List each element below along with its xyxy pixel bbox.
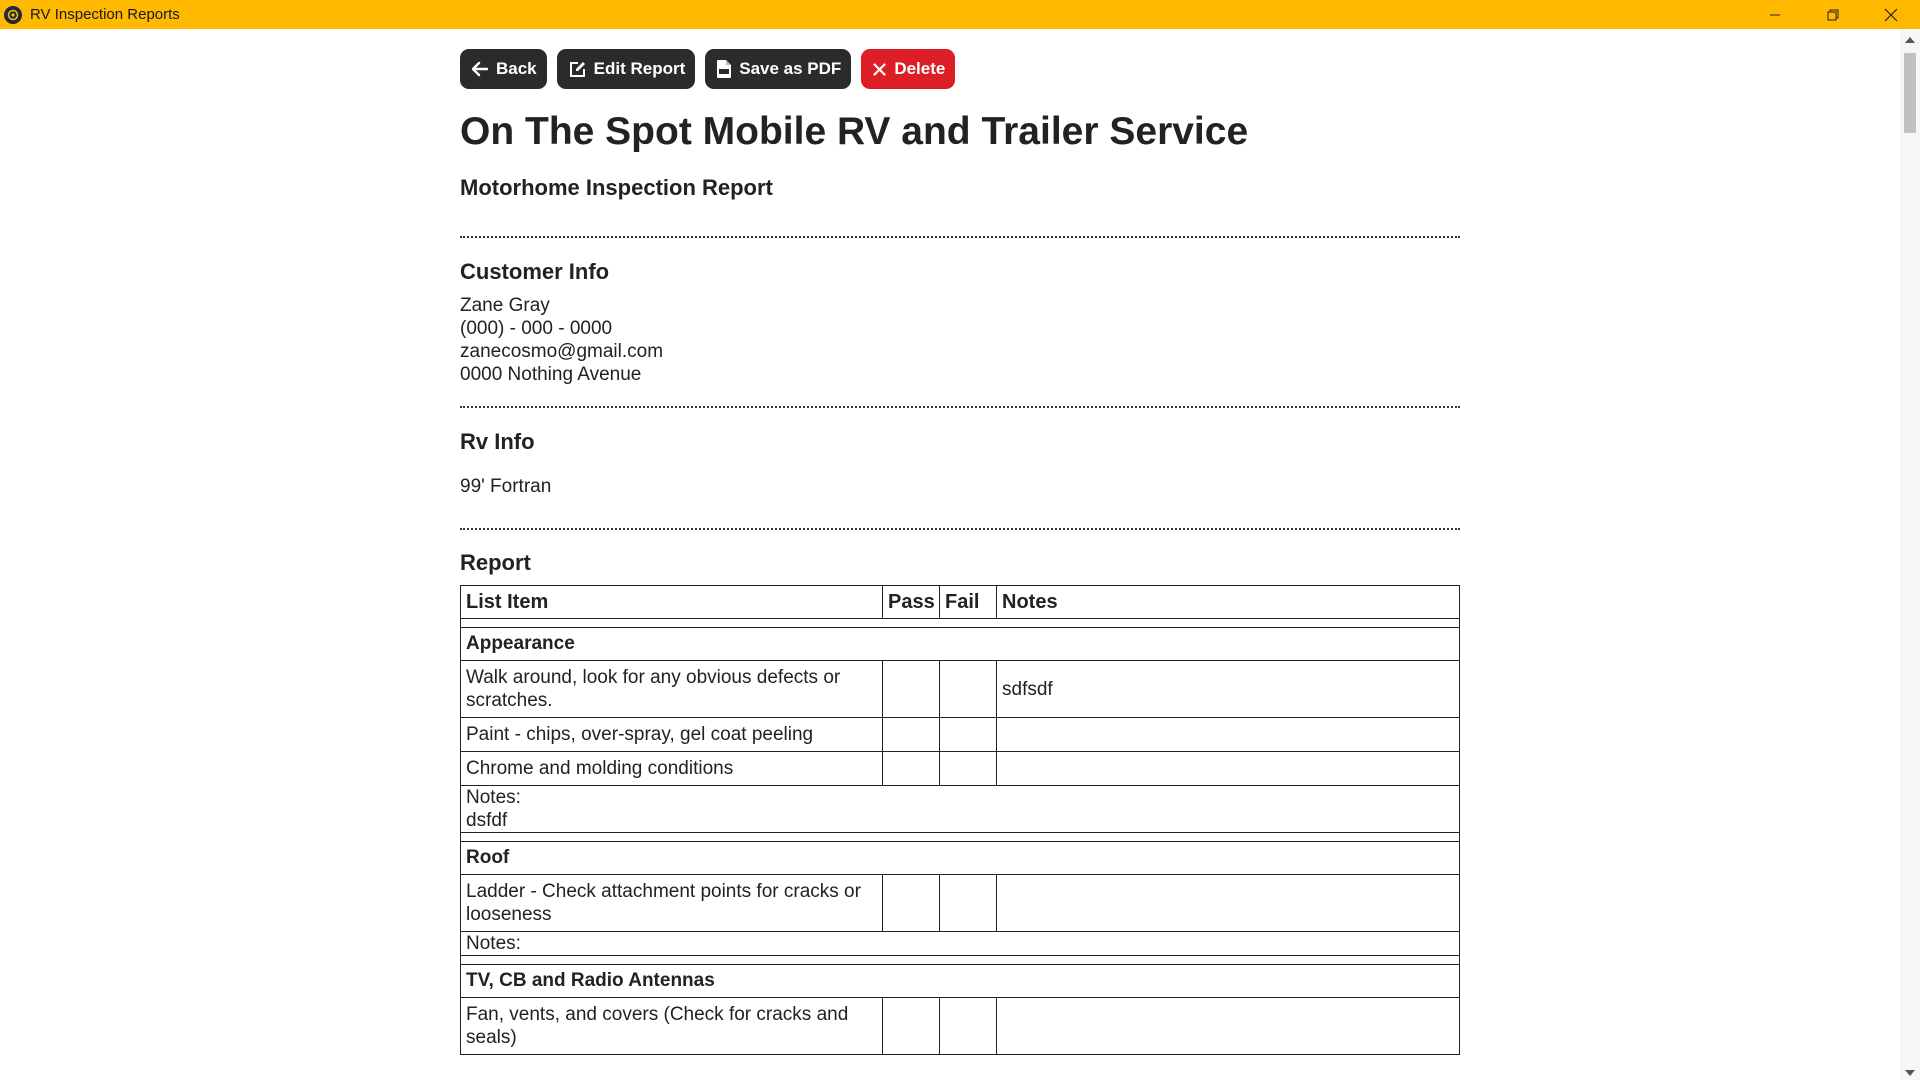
report-heading: Report — [460, 550, 531, 575]
section-title-antennas: TV, CB and Radio Antennas — [460, 964, 1460, 998]
close-button[interactable] — [1862, 0, 1920, 29]
customer-info-heading: Customer Info — [460, 259, 610, 284]
notes-cell — [996, 997, 1460, 1055]
item-cell: Ladder - Check attachment points for cra… — [460, 874, 883, 932]
back-label: Back — [496, 59, 537, 78]
scroll-up-icon[interactable] — [1905, 37, 1915, 43]
delete-label: Delete — [894, 59, 946, 78]
minimize-button[interactable] — [1746, 0, 1804, 29]
divider — [460, 236, 1460, 238]
item-cell: Paint - chips, over-spray, gel coat peel… — [460, 717, 883, 752]
customer-email: zanecosmo@gmail.com — [460, 341, 664, 362]
section-row: TV, CB and Radio Antennas — [460, 964, 1460, 998]
item-cell: Chrome and molding conditions — [460, 751, 883, 786]
back-button[interactable]: Back — [460, 49, 547, 89]
vertical-scrollbar[interactable] — [1900, 29, 1920, 1080]
window-title: RV Inspection Reports — [30, 6, 180, 23]
fail-cell — [939, 660, 997, 718]
fail-cell — [939, 717, 997, 752]
save-as-pdf-button[interactable]: Save as PDF — [705, 49, 852, 89]
customer-phone: (000) - 000 - 0000 — [460, 318, 613, 339]
item-cell: Walk around, look for any obvious defect… — [460, 660, 883, 718]
pass-cell — [882, 717, 940, 752]
customer-address: 0000 Nothing Avenue — [460, 364, 642, 385]
pass-cell — [882, 997, 940, 1055]
section-notes-row: Notes: dsfdf — [460, 785, 1460, 833]
section-title-appearance: Appearance — [460, 627, 1460, 661]
scroll-down-icon[interactable] — [1905, 1070, 1915, 1076]
delete-button[interactable]: Delete — [861, 49, 956, 89]
report-view: Back Edit Report Save as PDF Delete On T… — [460, 49, 1460, 1055]
fail-cell — [939, 874, 997, 932]
table-row: Walk around, look for any obvious defect… — [460, 660, 1460, 718]
divider — [460, 528, 1460, 530]
table-row: Paint - chips, over-spray, gel coat peel… — [460, 717, 1460, 752]
x-icon — [873, 62, 886, 76]
toolbar: Back Edit Report Save as PDF Delete — [460, 49, 1460, 89]
restore-icon — [1827, 9, 1839, 20]
header-notes: Notes — [996, 585, 1460, 619]
notes-cell — [996, 717, 1460, 752]
section-notes: Notes: — [460, 931, 1460, 956]
notes-label: Notes: — [466, 787, 521, 808]
notes-cell: sdfsdf — [996, 660, 1460, 718]
title-bar: RV Inspection Reports — [0, 0, 1920, 29]
window-controls — [1746, 0, 1920, 29]
notes-text: dsfdf — [466, 810, 508, 831]
header-fail: Fail — [939, 585, 997, 619]
edit-icon — [569, 61, 585, 77]
pass-cell — [882, 874, 940, 932]
item-cell: Fan, vents, and covers (Check for cracks… — [460, 997, 883, 1055]
section-row: Appearance — [460, 627, 1460, 661]
table-header-row: List Item Pass Fail Notes — [460, 585, 1460, 619]
edit-report-label: Edit Report — [593, 59, 686, 78]
table-row: Ladder - Check attachment points for cra… — [460, 874, 1460, 932]
pass-cell — [882, 660, 940, 718]
divider — [460, 406, 1460, 408]
minimize-icon — [1770, 14, 1780, 15]
notes-label: Notes: — [466, 933, 521, 954]
scrollbar-thumb[interactable] — [1904, 53, 1916, 133]
section-notes: Notes: dsfdf — [460, 785, 1460, 833]
pass-cell — [882, 751, 940, 786]
section-notes-row: Notes: — [460, 931, 1460, 956]
table-row: Chrome and molding conditions — [460, 751, 1460, 786]
section-title-roof: Roof — [460, 841, 1460, 875]
close-icon — [1884, 8, 1898, 21]
table-row: Fan, vents, and covers (Check for cracks… — [460, 997, 1460, 1055]
customer-name: Zane Gray — [460, 295, 550, 316]
section-row: Roof — [460, 841, 1460, 875]
report-type: Motorhome Inspection Report — [460, 175, 773, 200]
pdf-file-icon — [717, 60, 732, 78]
customer-info: Zane Gray (000) - 000 - 0000 zanecosmo@g… — [460, 294, 1460, 386]
arrow-left-icon — [472, 61, 488, 77]
fail-cell — [939, 751, 997, 786]
notes-cell — [996, 874, 1460, 932]
company-name: On The Spot Mobile RV and Trailer Servic… — [460, 110, 1249, 153]
save-as-pdf-label: Save as PDF — [739, 59, 842, 78]
fail-cell — [939, 997, 997, 1055]
app-icon — [4, 5, 22, 24]
inspection-table: List Item Pass Fail Notes Appearance Wal… — [460, 585, 1460, 1055]
restore-button[interactable] — [1804, 0, 1862, 29]
edit-report-button[interactable]: Edit Report — [556, 49, 696, 89]
header-list-item: List Item — [460, 585, 883, 619]
notes-cell — [996, 751, 1460, 786]
rv-model: 99' Fortran — [460, 476, 552, 497]
header-pass: Pass — [882, 585, 940, 619]
rv-info-heading: Rv Info — [460, 429, 535, 454]
